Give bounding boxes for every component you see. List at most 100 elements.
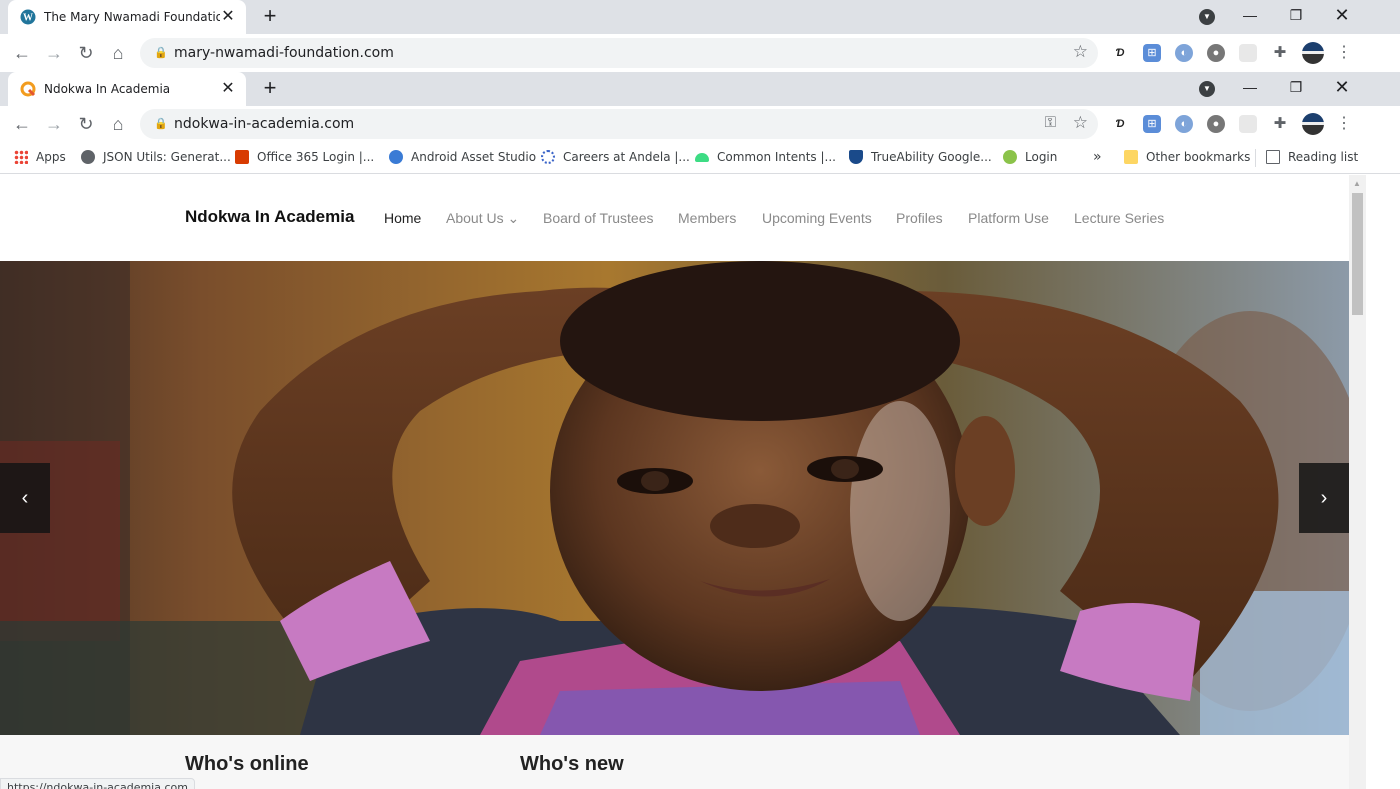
bookmark-json-utils[interactable]: JSON Utils: Generat... [81,148,231,166]
minimize-button[interactable]: — [1227,72,1273,106]
site-brand[interactable]: Ndokwa In Academia [185,207,354,227]
site-logo-icon [20,81,36,97]
bookmark-star-icon[interactable]: ☆ [1073,113,1088,133]
slider-prev-button[interactable]: ‹ [0,463,50,533]
nav-home[interactable]: Home [384,210,421,226]
nav-members[interactable]: Members [678,210,736,226]
extension-blue-icon[interactable]: ⊞ [1143,44,1161,62]
reading-list-icon [1266,150,1280,164]
restore-button[interactable]: ❐ [1273,72,1319,106]
bookmarks-bar: Apps JSON Utils: Generat... Office 365 L… [0,141,1400,174]
bookmark-trueability[interactable]: TrueAbility Google... [849,148,992,166]
tab-search-icon[interactable]: ▼ [1199,9,1215,25]
bookmark-label: Careers at Andela |... [563,150,690,164]
bookmark-andela[interactable]: Careers at Andela |... [541,148,690,166]
extension-round-icon[interactable]: ◐ [1175,44,1193,62]
tab-ndokwa[interactable]: Ndokwa In Academia ✕ [8,72,246,106]
nav-platform-use[interactable]: Platform Use [968,210,1049,226]
divider [1255,149,1256,167]
close-window-button[interactable]: ✕ [1319,72,1365,106]
url-text: mary-nwamadi-foundation.com [174,45,394,61]
extensions-puzzle-icon[interactable]: ✚ [1271,115,1289,133]
bookmark-common-intents[interactable]: Common Intents |... [695,148,836,166]
tab-title: The Mary Nwamadi Foundation – [44,10,220,24]
android-studio-icon [389,150,403,164]
close-window-button[interactable]: ✕ [1319,0,1365,34]
bookmark-star-icon[interactable]: ☆ [1073,42,1088,62]
nav-upcoming-events[interactable]: Upcoming Events [762,210,872,226]
nav-about-us[interactable]: About Us ⌄ [446,210,519,227]
address-bar[interactable]: 🔒 ndokwa-in-academia.com ⚿ ☆ [140,109,1098,139]
home-icon[interactable]: ⌂ [106,112,130,136]
minimize-button[interactable]: — [1227,0,1273,34]
widgets-area: Who's online Who's new [0,735,1349,789]
bookmark-office-365[interactable]: Office 365 Login |... [235,148,374,166]
scroll-up-arrow-icon[interactable]: ▲ [1353,179,1361,188]
whos-new-heading: Who's new [520,753,624,775]
extension-d-icon[interactable]: Ɗ [1111,44,1129,62]
folder-icon [1124,150,1138,164]
key-icon[interactable]: ⚿ [1045,114,1056,131]
extension-blank-icon[interactable] [1239,115,1257,133]
tab-strip-front: Ndokwa In Academia ✕ + ▼ — ❐ ✕ [0,72,1400,106]
home-icon[interactable]: ⌂ [106,41,130,65]
bookmark-label: Android Asset Studio [411,150,537,164]
nav-profiles[interactable]: Profiles [896,210,943,226]
reload-icon[interactable]: ↻ [74,41,98,65]
bookmark-label: JSON Utils: Generat... [103,150,231,164]
forward-arrow-icon[interactable]: → [42,41,66,65]
reading-list-button[interactable]: Reading list [1266,148,1358,166]
tab-mary-nwamadi[interactable]: W The Mary Nwamadi Foundation – ✕ [8,0,246,34]
hero-slider: ‹ › [0,261,1349,735]
hero-photo-child [0,261,1349,735]
toolbar-front: ← → ↻ ⌂ 🔒 ndokwa-in-academia.com ⚿ ☆ Ɗ ⊞… [0,106,1400,141]
extension-dark-icon[interactable]: ● [1207,115,1225,133]
address-bar[interactable]: 🔒 mary-nwamadi-foundation.com ☆ [140,38,1098,68]
back-arrow-icon[interactable]: ← [10,41,34,65]
svg-text:W: W [23,13,33,24]
android-icon [695,152,709,162]
bookmark-login[interactable]: Login [1003,148,1057,166]
reload-icon[interactable]: ↻ [74,112,98,136]
bookmark-label: Reading list [1288,150,1359,164]
extension-blue-icon[interactable]: ⊞ [1143,115,1161,133]
toolbar-back: ← → ↻ ⌂ 🔒 mary-nwamadi-foundation.com ☆ … [0,34,1400,72]
nav-lecture-series[interactable]: Lecture Series [1074,210,1164,226]
url-text: ndokwa-in-academia.com [174,116,355,132]
bookmark-label: Office 365 Login |... [257,150,375,164]
close-tab-icon[interactable]: ✕ [220,9,236,25]
tab-search-icon[interactable]: ▼ [1199,81,1215,97]
bookmark-label: Login [1025,150,1058,164]
extension-d-icon[interactable]: Ɗ [1111,115,1129,133]
profile-avatar[interactable] [1302,42,1324,64]
page-viewport: Ndokwa In Academia Home About Us ⌄ Board… [0,175,1366,789]
extension-blank-icon[interactable] [1239,44,1257,62]
profile-avatar[interactable] [1302,113,1324,135]
forward-arrow-icon[interactable]: → [42,112,66,136]
page-scrollbar[interactable]: ▲ [1349,175,1366,789]
bookmark-label: Other bookmarks [1146,150,1251,164]
close-tab-icon[interactable]: ✕ [220,81,236,97]
new-tab-button[interactable]: + [258,5,282,29]
back-arrow-icon[interactable]: ← [10,112,34,136]
nav-board-of-trustees[interactable]: Board of Trustees [543,210,654,226]
extension-round-icon[interactable]: ◐ [1175,115,1193,133]
whos-online-heading: Who's online [185,753,309,775]
login-icon [1003,150,1017,164]
bookmark-apps[interactable]: Apps [14,148,66,166]
restore-button[interactable]: ❐ [1273,0,1319,34]
menu-dots-icon[interactable]: ⋮ [1335,44,1353,62]
lock-icon: 🔒 [154,118,168,130]
site-header: Ndokwa In Academia Home About Us ⌄ Board… [0,175,1349,261]
tab-strip-back: W The Mary Nwamadi Foundation – ✕ + ▼ — … [0,0,1400,34]
bookmark-android-asset-studio[interactable]: Android Asset Studio [389,148,536,166]
other-bookmarks-folder[interactable]: Other bookmarks [1124,148,1250,166]
new-tab-button[interactable]: + [258,77,282,101]
extension-dark-icon[interactable]: ● [1207,44,1225,62]
bookmarks-overflow-button[interactable]: » [1093,148,1102,166]
menu-dots-icon[interactable]: ⋮ [1335,115,1353,133]
scrollbar-thumb[interactable] [1352,193,1363,315]
slider-next-button[interactable]: › [1299,463,1349,533]
tab-title: Ndokwa In Academia [44,82,171,96]
extensions-puzzle-icon[interactable]: ✚ [1271,44,1289,62]
